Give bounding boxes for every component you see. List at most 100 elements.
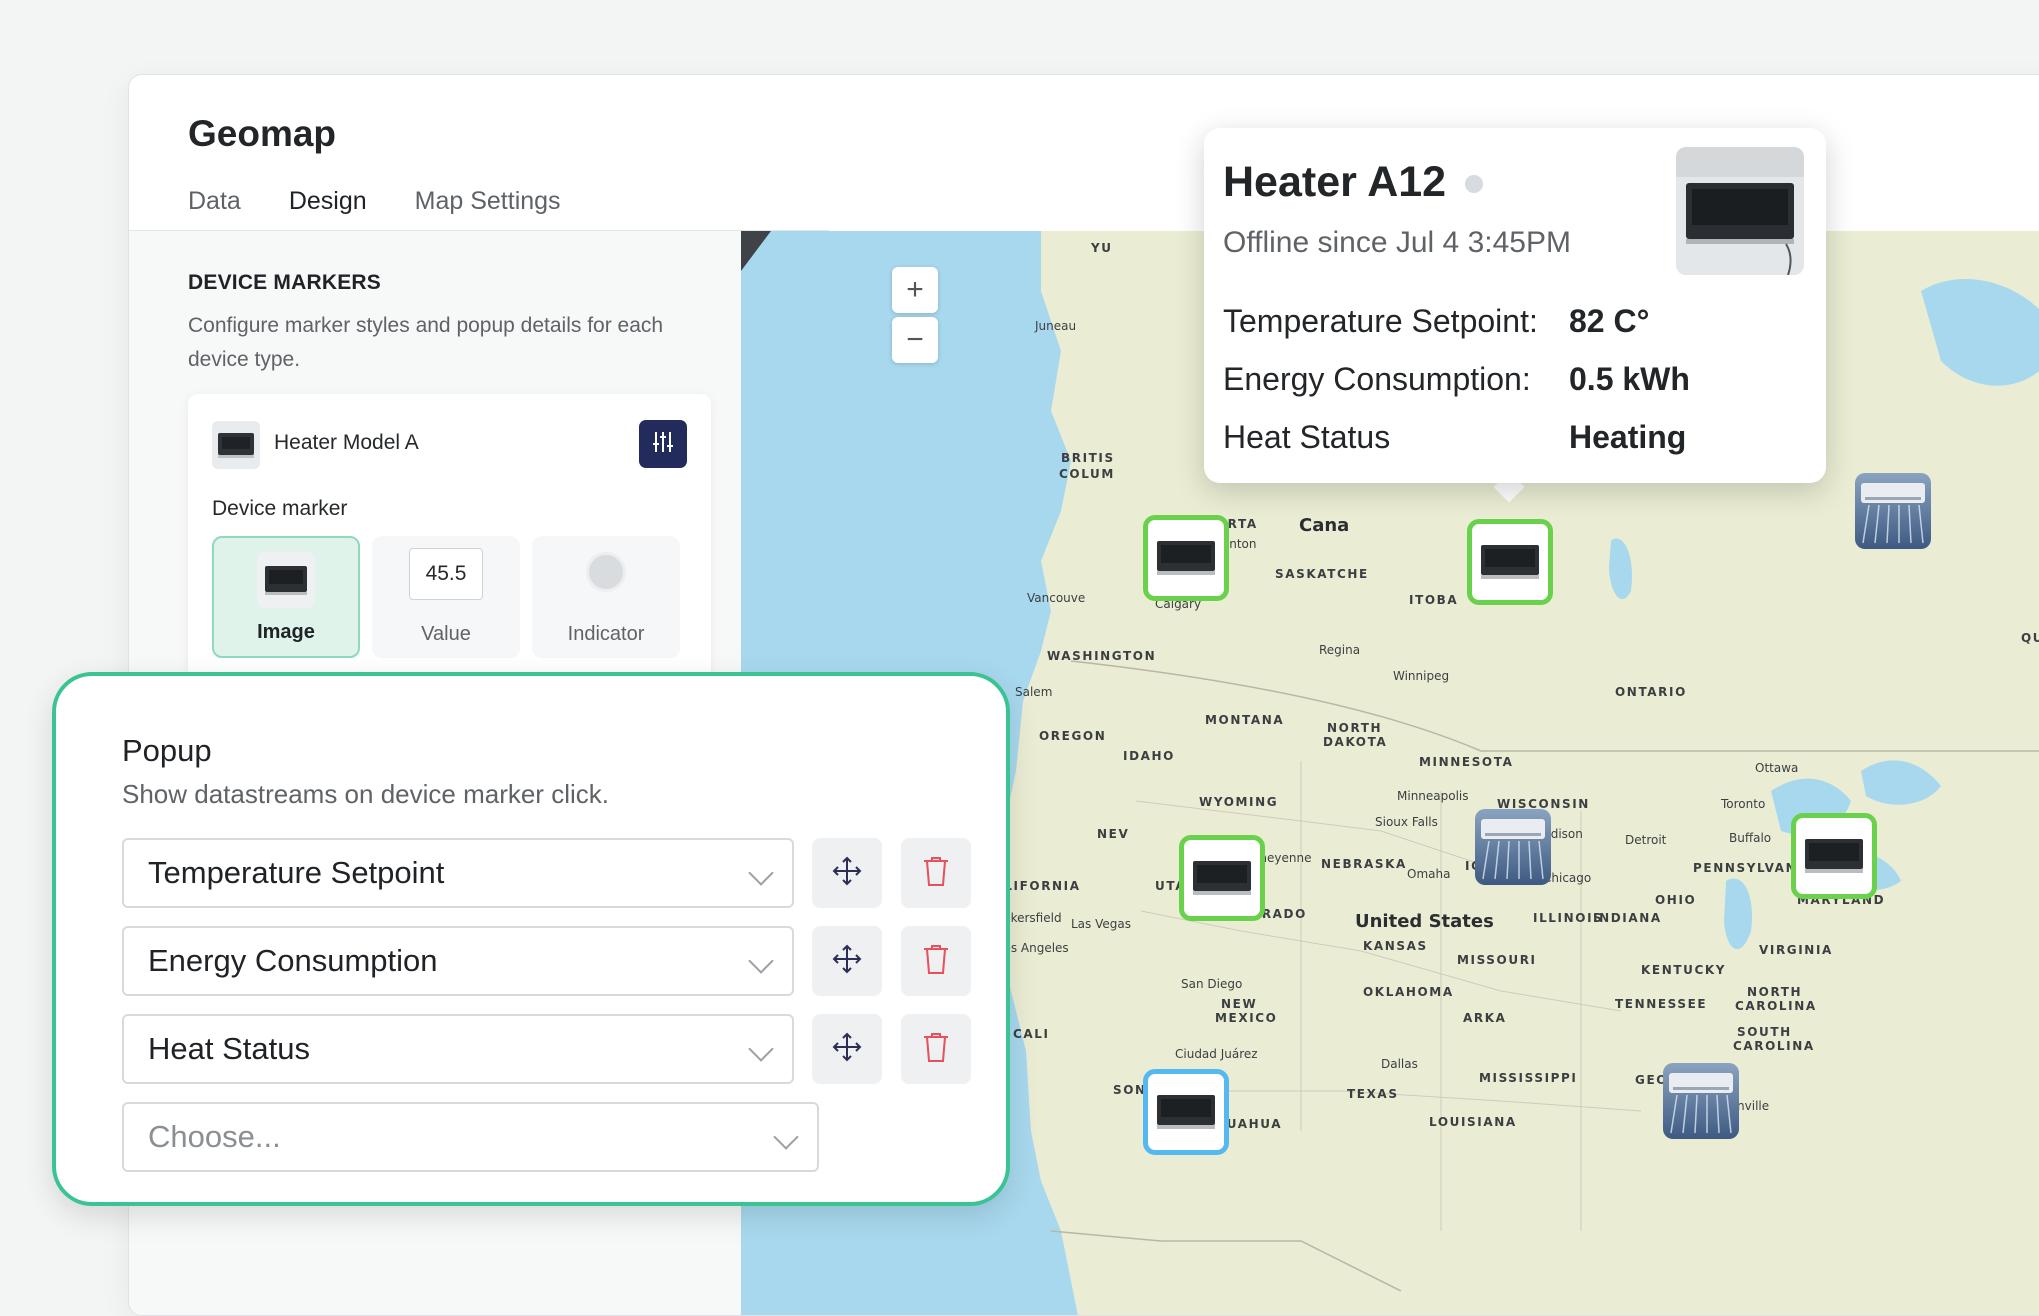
tab-data[interactable]: Data [188, 187, 241, 235]
device-markers-title: DEVICE MARKERS [188, 271, 381, 294]
datastream-select[interactable]: Temperature Setpoint [122, 838, 794, 908]
map-label: Juneau [1035, 319, 1077, 333]
move-button[interactable] [812, 926, 882, 996]
marker-option-value[interactable]: 45.5 Value [372, 536, 520, 658]
page-title: Geomap [188, 113, 337, 154]
map-label: Omaha [1407, 867, 1451, 881]
popup-row-value: 0.5 kWh [1569, 361, 1690, 397]
air-conditioner-icon [1669, 1073, 1733, 1134]
device-marker-ac[interactable] [1475, 809, 1551, 885]
device-marker-online[interactable] [1179, 835, 1265, 921]
map-label: OHIO [1655, 893, 1697, 907]
map-label: CAROLINA [1733, 1039, 1815, 1053]
map-label: YU [1091, 241, 1113, 255]
datastream-select[interactable]: Energy Consumption [122, 926, 794, 996]
move-icon [831, 1031, 863, 1068]
marker-option-indicator[interactable]: Indicator [532, 536, 680, 658]
map-label: SOUTH [1737, 1025, 1792, 1039]
map-label: United States [1355, 911, 1494, 932]
map-label: NORTH [1747, 985, 1803, 999]
marker-option-indicator-label: Indicator [567, 623, 645, 645]
map-label: Cana [1299, 515, 1350, 536]
delete-button[interactable] [901, 926, 971, 996]
heater-image-icon [255, 548, 317, 615]
map-label: MISSOURI [1457, 953, 1537, 967]
sliders-icon [650, 429, 676, 460]
chevron-down-icon [748, 860, 774, 886]
status-indicator [1465, 175, 1483, 193]
device-marker-ac[interactable] [1855, 473, 1931, 549]
device-type-card: Heater Model A Device marker Image 45.5 … [188, 394, 711, 694]
popup-config-card: Popup Show datastreams on device marker … [52, 672, 1010, 1206]
popup-section-description: Show datastreams on device marker click. [122, 779, 609, 809]
map-label: CALI [1013, 1027, 1050, 1041]
map-label: Winnipeg [1393, 669, 1450, 683]
trash-icon [922, 855, 950, 892]
tab-bar: Data Design Map Settings [188, 187, 609, 235]
map-label: ITOBA [1409, 593, 1459, 607]
map-label: Regina [1319, 643, 1361, 657]
marker-option-value-label: Value [421, 623, 471, 645]
indicator-circle-icon [586, 552, 626, 592]
move-icon [831, 855, 863, 892]
map-label: QUÉ [2021, 631, 2039, 645]
map-label: ARKA [1463, 1011, 1507, 1025]
map-label: VIRGINIA [1759, 943, 1833, 957]
air-conditioner-icon [1861, 483, 1925, 544]
trash-icon [922, 1031, 950, 1068]
marker-option-image-label: Image [257, 621, 315, 643]
device-marker-online[interactable] [1791, 813, 1877, 899]
trash-icon [922, 943, 950, 980]
map-label: NEV [1097, 827, 1130, 841]
move-button[interactable] [812, 1014, 882, 1084]
move-button[interactable] [812, 838, 882, 908]
map-label: NEW [1221, 997, 1258, 1011]
datastream-add-select[interactable]: Choose... [122, 1102, 819, 1172]
value-sample: 45.5 [409, 548, 483, 600]
marker-settings-button[interactable] [639, 420, 687, 468]
device-marker-online[interactable] [1143, 515, 1229, 601]
zoom-in-button[interactable]: + [892, 267, 938, 313]
popup-row-label: Energy Consumption: [1223, 361, 1531, 397]
map-label: Sioux Falls [1375, 815, 1438, 829]
heater-icon [1157, 1095, 1215, 1129]
tab-map-settings[interactable]: Map Settings [415, 187, 561, 235]
zoom-out-button[interactable]: − [892, 317, 938, 363]
datastream-select[interactable]: Heat Status [122, 1014, 794, 1084]
datastream-select-value: Energy Consumption [148, 943, 438, 978]
popup-section-title: Popup [122, 733, 212, 768]
map-label: Dallas [1381, 1057, 1418, 1071]
map-label: MINNESOTA [1419, 755, 1514, 769]
device-status: Offline since Jul 4 3:45PM [1223, 226, 1571, 259]
device-name: Heater A12 [1223, 158, 1447, 206]
map-label: Ciudad Juárez [1175, 1047, 1258, 1061]
map-label: ONTARIO [1615, 685, 1687, 699]
tab-design[interactable]: Design [288, 187, 367, 235]
map-label: Vancouve [1027, 591, 1086, 605]
delete-button[interactable] [901, 1014, 971, 1084]
map-label: NORTH [1327, 721, 1383, 735]
delete-button[interactable] [901, 838, 971, 908]
map-label: KANSAS [1363, 939, 1428, 953]
heater-icon [1481, 545, 1539, 579]
chevron-down-icon [748, 1036, 774, 1062]
device-marker-online[interactable] [1467, 519, 1553, 605]
marker-option-image[interactable]: Image [212, 536, 360, 658]
map-label: INDIANA [1593, 911, 1662, 925]
device-marker-selected[interactable] [1143, 1069, 1229, 1155]
chevron-down-icon [748, 948, 774, 974]
datastream-select-value: Heat Status [148, 1031, 310, 1066]
map-label: OREGON [1039, 729, 1107, 743]
popup-row-value: 82 C° [1569, 303, 1650, 339]
map-label: NEBRASKA [1321, 857, 1407, 871]
map-label: Minneapolis [1397, 789, 1469, 803]
datastream-select-value: Temperature Setpoint [148, 855, 445, 890]
heater-thumbnail [212, 421, 260, 469]
device-photo [1676, 147, 1804, 275]
device-marker-ac[interactable] [1663, 1063, 1739, 1139]
map-label: IDAHO [1123, 749, 1175, 763]
popup-row-label: Heat Status [1223, 419, 1391, 455]
map-label: WASHINGTON [1047, 649, 1157, 663]
map-label: BRITIS [1061, 451, 1115, 465]
map-label: MEXICO [1215, 1011, 1278, 1025]
